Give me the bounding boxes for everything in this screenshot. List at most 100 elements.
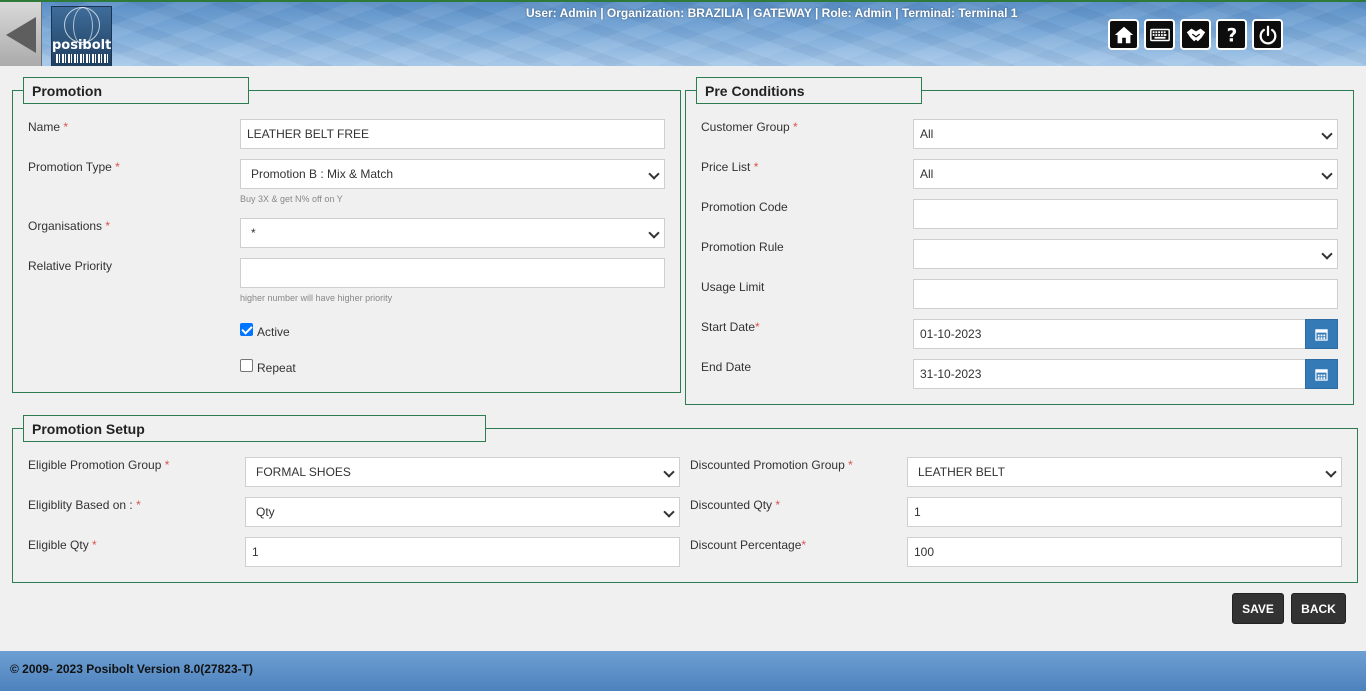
price-list-select[interactable]: All	[913, 159, 1338, 189]
help-icon: ?	[1226, 25, 1237, 46]
chevron-down-icon	[663, 466, 675, 478]
required-mark: *	[801, 538, 807, 552]
required-mark: *	[63, 120, 69, 134]
svg-text:?: ?	[1226, 25, 1237, 46]
back-arrow-button[interactable]	[0, 2, 42, 66]
back-button[interactable]: BACK	[1291, 593, 1346, 624]
repeat-checkbox[interactable]	[240, 359, 253, 372]
header-toolbar: ?	[1108, 19, 1283, 50]
required-mark: *	[793, 120, 798, 134]
discounted-promotion-group-label-text: Discounted Promotion Group	[690, 458, 845, 472]
required-mark: *	[164, 458, 170, 472]
start-date-calendar-button[interactable]	[1305, 319, 1338, 349]
discounted-promotion-group-value: LEATHER BELT	[918, 465, 1005, 479]
relative-priority-label: Relative Priority	[28, 259, 113, 273]
posibolt-logo: posibolt	[51, 6, 112, 66]
organisations-label: Organisations *	[28, 219, 110, 233]
home-icon	[1114, 26, 1133, 43]
required-mark: *	[105, 219, 111, 233]
chevron-down-icon	[648, 168, 660, 180]
chevron-down-icon	[1325, 466, 1337, 478]
eligibility-based-on-value: Qty	[256, 505, 275, 519]
promotion-type-hint: Buy 3X & get N% off on Y	[240, 194, 343, 204]
price-list-value: All	[920, 167, 934, 181]
promotion-type-value: Promotion B : Mix & Match	[251, 167, 394, 181]
customer-group-label: Customer Group *	[701, 120, 798, 134]
active-checkbox[interactable]	[240, 323, 253, 336]
eligible-promotion-group-label-text: Eligible Promotion Group	[28, 458, 162, 472]
eligibility-based-on-label: Eligiblity Based on : *	[28, 498, 141, 512]
chevron-down-icon	[648, 227, 660, 239]
usage-limit-label: Usage Limit	[701, 280, 765, 294]
back-arrow-icon	[5, 17, 36, 53]
save-button[interactable]: SAVE	[1232, 593, 1284, 624]
calendar-icon	[1315, 368, 1328, 381]
promotion-code-input[interactable]	[913, 199, 1338, 229]
promotion-type-label-text: Promotion Type	[28, 160, 112, 174]
help-button[interactable]: ?	[1216, 19, 1247, 50]
pre-conditions-legend: Pre Conditions	[696, 77, 922, 104]
power-icon	[1259, 25, 1276, 44]
copyright-text: © 2009- 2023 Posibolt Version 8.0(27823-…	[10, 662, 253, 676]
eligible-promotion-group-select[interactable]: FORMAL SHOES	[245, 457, 680, 487]
eligibility-based-on-label-text: Eligiblity Based on :	[28, 498, 133, 512]
end-date-calendar-button[interactable]	[1305, 359, 1338, 389]
organisations-label-text: Organisations	[28, 219, 103, 233]
chevron-down-icon	[1321, 248, 1333, 260]
discounted-qty-label-text: Discounted Qty	[690, 498, 773, 512]
required-mark: *	[775, 498, 781, 512]
power-button[interactable]	[1252, 19, 1283, 50]
relative-priority-hint: higher number will have higher priority	[240, 293, 393, 303]
name-label-text: Name	[28, 120, 61, 134]
discount-percentage-input[interactable]: 100	[907, 537, 1342, 567]
calendar-icon	[1315, 328, 1328, 341]
organisations-select[interactable]: *	[240, 218, 665, 248]
logo-barcode-icon	[56, 54, 108, 63]
customer-group-label-text: Customer Group	[701, 120, 790, 134]
discounted-qty-label: Discounted Qty *	[690, 498, 780, 512]
required-mark: *	[755, 320, 760, 334]
repeat-label: Repeat	[257, 361, 296, 375]
logo-text: posibolt	[52, 38, 112, 53]
required-mark: *	[92, 538, 97, 552]
price-list-label-text: Price List	[701, 160, 751, 174]
promotion-rule-select[interactable]	[913, 239, 1338, 269]
chevron-down-icon	[663, 506, 675, 518]
customer-group-value: All	[920, 127, 934, 141]
eligible-promotion-group-value: FORMAL SHOES	[256, 465, 351, 479]
promotion-legend: Promotion	[23, 77, 249, 104]
handshake-button[interactable]	[1180, 19, 1211, 50]
eligibility-based-on-select[interactable]: Qty	[245, 497, 680, 527]
eligible-qty-label-text: Eligible Qty	[28, 538, 89, 552]
keyboard-icon	[1149, 28, 1170, 41]
name-label: Name *	[28, 120, 68, 134]
organisations-value: *	[251, 226, 256, 240]
customer-group-select[interactable]: All	[913, 119, 1338, 149]
app-header: posibolt User: Admin | Organization: BRA…	[0, 0, 1366, 66]
start-date-input[interactable]: 01-10-2023	[913, 319, 1306, 349]
chevron-down-icon	[1321, 168, 1333, 180]
price-list-label: Price List *	[701, 160, 758, 174]
relative-priority-input[interactable]	[240, 258, 665, 288]
name-input[interactable]: LEATHER BELT FREE	[240, 119, 665, 149]
start-date-label-text: Start Date	[701, 320, 756, 334]
home-button[interactable]	[1108, 19, 1139, 50]
keyboard-button[interactable]	[1144, 19, 1175, 50]
discount-percentage-label-text: Discount Percentage	[690, 538, 802, 552]
end-date-label: End Date	[701, 360, 752, 374]
promotion-type-label: Promotion Type *	[28, 160, 120, 174]
usage-limit-input[interactable]	[913, 279, 1338, 309]
promotion-type-select[interactable]: Promotion B : Mix & Match	[240, 159, 665, 189]
discounted-promotion-group-label: Discounted Promotion Group *	[690, 458, 853, 472]
required-mark: *	[115, 160, 120, 174]
required-mark: *	[136, 498, 141, 512]
discounted-promotion-group-select[interactable]: LEATHER BELT	[907, 457, 1342, 487]
app-footer: © 2009- 2023 Posibolt Version 8.0(27823-…	[0, 651, 1366, 691]
end-date-input[interactable]: 31-10-2023	[913, 359, 1306, 389]
discounted-qty-input[interactable]: 1	[907, 497, 1342, 527]
eligible-qty-input[interactable]: 1	[245, 537, 680, 567]
discount-percentage-label: Discount Percentage*	[690, 538, 806, 552]
promotion-code-label: Promotion Code	[701, 200, 788, 214]
active-label: Active	[257, 325, 290, 339]
eligible-promotion-group-label: Eligible Promotion Group *	[28, 458, 169, 472]
